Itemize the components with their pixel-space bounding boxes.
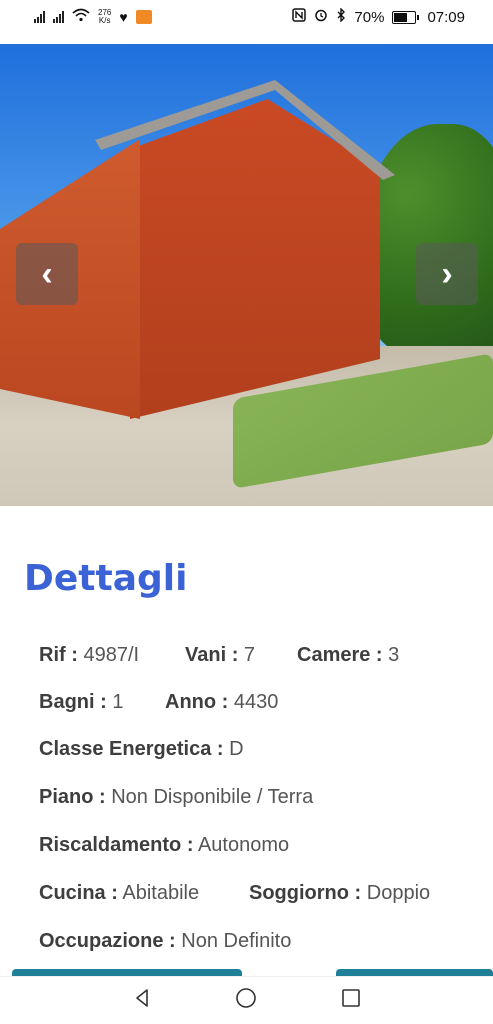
detail-label: Anno : — [165, 691, 229, 713]
detail-label: Vani : — [185, 644, 239, 666]
detail-occupazione: Occupazione : Non Definito — [39, 930, 291, 953]
detail-label: Bagni : — [39, 691, 107, 713]
status-bar: 276 K/s ♥ 70% 07:09 — [0, 0, 493, 34]
clock: 07:09 — [427, 8, 465, 26]
details-row-1: Rif : 4987/I Vani : 7 Camere : 3 — [39, 644, 399, 667]
detail-piano: Piano : Non Disponibile / Terra — [39, 786, 313, 809]
previous-photo-button[interactable]: ‹ — [16, 243, 78, 305]
battery-icon — [392, 10, 420, 24]
detail-bagni: Bagni : 1 — [39, 691, 165, 714]
detail-value: 1 — [112, 691, 124, 713]
wifi-icon — [72, 8, 90, 26]
detail-label: Rif : — [39, 644, 78, 666]
detail-value: Doppio — [366, 882, 431, 904]
status-bar-left: 276 K/s ♥ — [34, 8, 152, 26]
alarm-icon — [314, 8, 328, 26]
back-icon[interactable] — [130, 986, 154, 1015]
signal-icon — [53, 11, 64, 23]
details-row-3: Classe Energetica : D — [39, 738, 244, 761]
detail-vani: Vani : 7 — [185, 644, 297, 667]
nfc-icon — [292, 8, 307, 26]
home-icon[interactable] — [234, 986, 258, 1015]
detail-label: Occupazione : — [39, 930, 176, 952]
network-speed: 276 K/s — [98, 9, 111, 25]
detail-label: Riscaldamento : — [39, 834, 194, 856]
detail-value: Non Disponibile / Terra — [111, 786, 314, 808]
detail-value: 7 — [243, 644, 256, 666]
detail-label: Cucina : — [39, 882, 118, 904]
detail-value: 3 — [388, 644, 400, 666]
battery-percent: 70% — [354, 8, 385, 26]
chevron-right-icon: › — [441, 254, 453, 293]
next-photo-button[interactable]: › — [416, 243, 478, 305]
detail-value: Autonomo — [197, 834, 290, 856]
detail-label: Camere : — [297, 644, 383, 666]
detail-cucina: Cucina : Abitabile — [39, 882, 249, 905]
detail-label: Piano : — [39, 786, 106, 808]
status-bar-right: 70% 07:09 — [292, 7, 465, 26]
bluetooth-icon — [336, 7, 346, 26]
heart-icon: ♥ — [119, 9, 128, 25]
details-row-4: Piano : Non Disponibile / Terra — [39, 786, 313, 809]
detail-soggiorno: Soggiorno : Doppio — [249, 882, 430, 905]
details-row-7: Occupazione : Non Definito — [39, 930, 291, 953]
system-nav-bar — [0, 976, 493, 1024]
details-row-5: Riscaldamento : Autonomo — [39, 834, 289, 857]
network-speed-unit: K/s — [98, 16, 111, 25]
property-photo[interactable]: ‹ › — [0, 44, 493, 506]
detail-rif: Rif : 4987/I — [39, 644, 185, 667]
detail-value: D — [229, 738, 244, 760]
detail-value: 4430 — [233, 691, 279, 713]
detail-riscaldamento: Riscaldamento : Autonomo — [39, 834, 289, 857]
detail-label: Classe Energetica : — [39, 738, 224, 760]
detail-anno: Anno : 4430 — [165, 691, 278, 714]
detail-camere: Camere : 3 — [297, 644, 399, 667]
detail-value: Abitabile — [122, 882, 200, 904]
details-title: Dettagli — [24, 558, 188, 599]
signal-icon — [34, 11, 45, 23]
details-row-6: Cucina : Abitabile Soggiorno : Doppio — [39, 882, 430, 905]
detail-value: Non Definito — [181, 930, 292, 952]
detail-classe-energetica: Classe Energetica : D — [39, 738, 244, 761]
app-notification-icon — [135, 10, 152, 24]
details-row-2: Bagni : 1 Anno : 4430 — [39, 691, 278, 714]
chevron-left-icon: ‹ — [41, 254, 53, 293]
detail-value: 4987/I — [83, 644, 140, 666]
detail-label: Soggiorno : — [249, 882, 362, 904]
recents-icon[interactable] — [339, 986, 363, 1015]
